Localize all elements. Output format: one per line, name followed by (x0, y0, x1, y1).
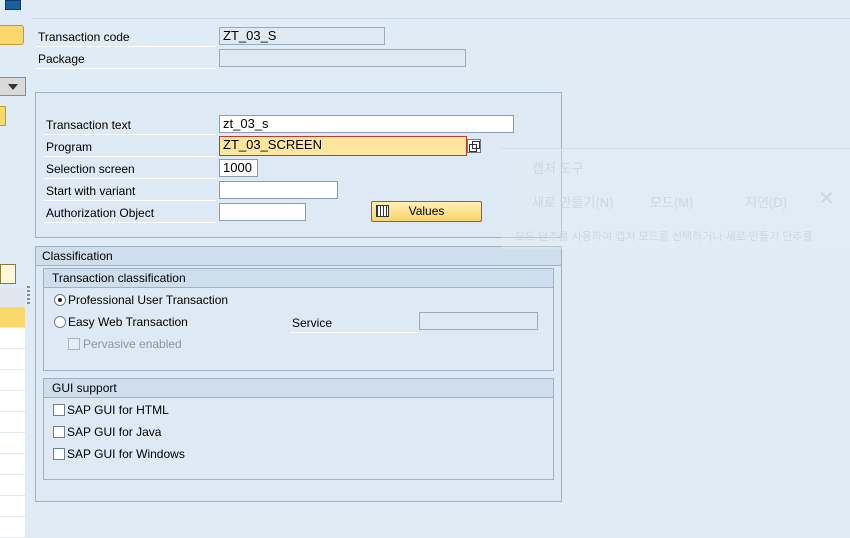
gui-support-title: GUI support (44, 379, 553, 398)
dropdown-arrow-icon[interactable] (0, 77, 26, 96)
classification-title: Classification (36, 247, 561, 266)
table-icon (376, 205, 389, 217)
transaction-classification-title: Transaction classification (44, 269, 553, 288)
transaction-text-input[interactable]: zt_03_s (219, 115, 514, 133)
gui-windows-label: SAP GUI for Windows (67, 447, 185, 461)
package-label: Package (36, 48, 216, 69)
service-label: Service (290, 312, 418, 333)
pervasive-checkbox (68, 338, 80, 350)
professional-radio[interactable] (54, 294, 66, 306)
left-tree-list (0, 288, 25, 538)
list-item[interactable] (0, 370, 25, 391)
start-variant-label: Start with variant (44, 180, 216, 201)
gui-html-label: SAP GUI for HTML (67, 403, 169, 417)
snipping-delay-button: 지연(D) (745, 195, 787, 210)
program-input[interactable]: ZT_03_SCREEN (219, 136, 467, 156)
snipping-mode-button: 모드(M) (650, 195, 694, 210)
document-icon[interactable] (0, 264, 16, 284)
list-item[interactable] (0, 517, 25, 538)
top-toolbar (31, 0, 850, 19)
selection-screen-label: Selection screen (44, 158, 216, 179)
selection-screen-input[interactable]: 1000 (219, 159, 258, 177)
easy-web-label: Easy Web Transaction (68, 315, 188, 329)
auth-object-label: Authorization Object (44, 202, 216, 223)
package-field (219, 49, 466, 67)
list-item[interactable] (0, 496, 25, 517)
professional-label: Professional User Transaction (68, 293, 229, 307)
gui-java-checkbox[interactable] (53, 426, 65, 438)
splitter-handle[interactable] (27, 286, 30, 304)
list-item[interactable] (0, 475, 25, 496)
list-item[interactable] (0, 412, 25, 433)
values-button-label: Values (408, 204, 445, 218)
values-button[interactable]: Values (371, 201, 482, 222)
transaction-code-field: ZT_03_S (219, 27, 385, 45)
gui-windows-checkbox[interactable] (53, 448, 65, 460)
value-help-icon[interactable] (467, 139, 481, 153)
list-header (0, 288, 25, 307)
left-button-small[interactable] (0, 106, 6, 126)
snipping-new-button: 새로 만들기(N) (532, 195, 614, 210)
left-button[interactable] (0, 25, 24, 45)
program-label: Program (44, 136, 216, 157)
pervasive-label: Pervasive enabled (83, 337, 182, 351)
info-icon[interactable] (5, 0, 21, 10)
gui-html-checkbox[interactable] (53, 404, 65, 416)
snipping-tool-title: 캡처 도구 (532, 161, 584, 176)
snipping-hint-text: 모드 단추를 사용하여 캡처 모드를 선택하거나 새로 만들기 단추를 (515, 231, 813, 243)
close-icon: ✕ (818, 188, 835, 210)
list-item[interactable] (0, 433, 25, 454)
list-item[interactable] (0, 349, 25, 370)
gui-java-label: SAP GUI for Java (67, 425, 162, 439)
easy-web-radio[interactable] (54, 316, 66, 328)
list-item[interactable] (0, 391, 25, 412)
list-item[interactable] (0, 328, 25, 349)
start-variant-input[interactable] (219, 181, 338, 199)
service-field (419, 312, 538, 330)
transaction-code-label: Transaction code (36, 26, 216, 47)
auth-object-input[interactable] (219, 203, 306, 221)
transaction-text-label: Transaction text (44, 114, 216, 135)
list-item-selected[interactable] (0, 307, 25, 328)
list-item[interactable] (0, 454, 25, 475)
